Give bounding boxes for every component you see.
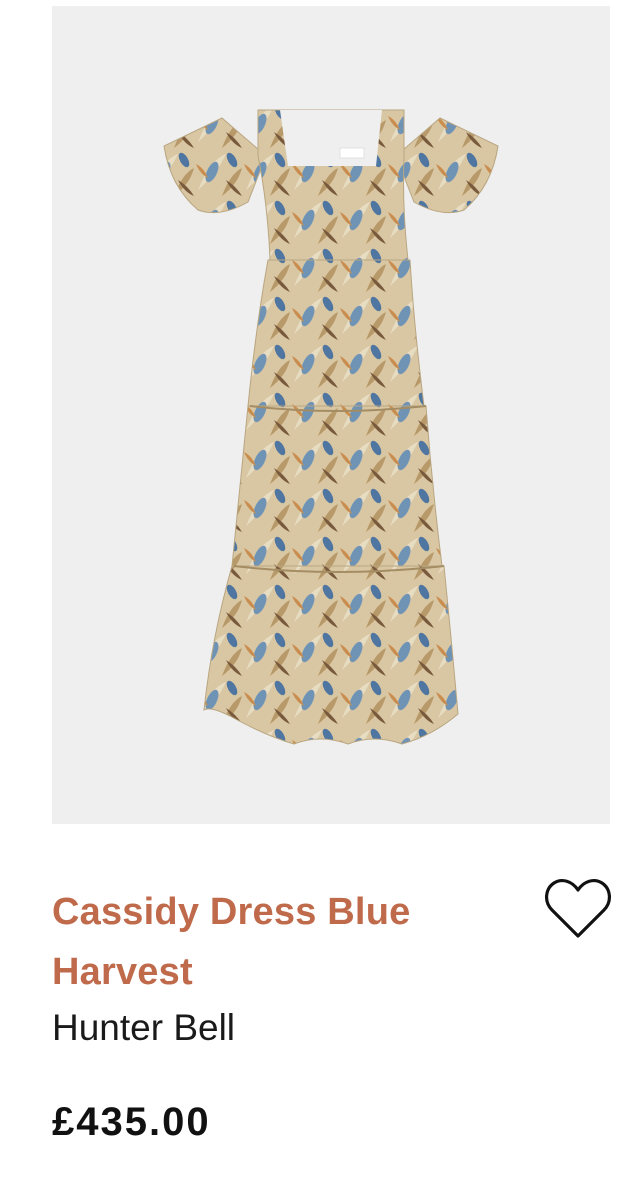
product-title[interactable]: Cassidy Dress Blue Harvest <box>52 882 512 1002</box>
neckline <box>280 110 382 166</box>
left-sleeve <box>163 117 267 214</box>
product-brand[interactable]: Hunter Bell <box>52 1006 235 1050</box>
skirt-upper <box>247 259 425 407</box>
skirt-middle <box>231 405 443 567</box>
product-price: £435.00 <box>52 1100 211 1144</box>
product-image[interactable] <box>52 6 610 824</box>
skirt-hem <box>203 565 459 745</box>
dress-illustration <box>163 109 499 745</box>
right-sleeve <box>395 117 499 214</box>
wishlist-button[interactable] <box>542 876 614 942</box>
heart-outline-icon <box>542 879 614 945</box>
